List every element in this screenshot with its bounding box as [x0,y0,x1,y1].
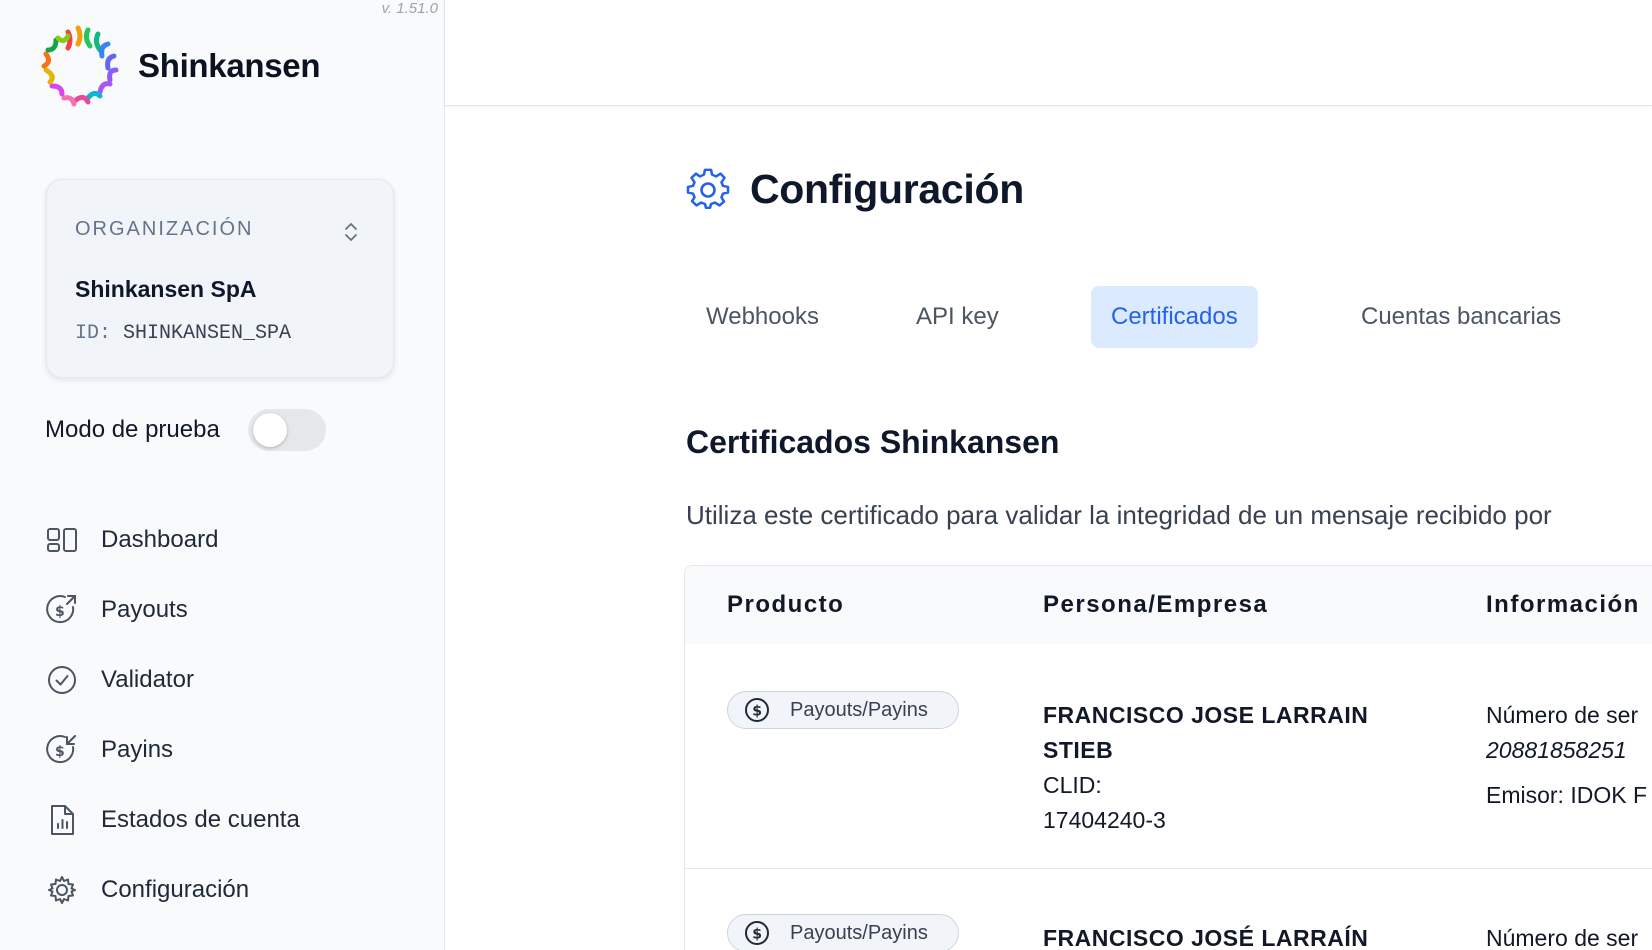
gear-icon [686,168,730,209]
shinkansen-logo-icon [41,25,119,107]
sidebar-item-label: Configuración [101,876,250,903]
product-badge: $ Payouts/Payins [727,914,959,950]
sidebar-item-label: Payouts [101,596,188,623]
table-header: Producto Persona/Empresa Información [685,566,1652,644]
organization-id-value: SHINKANSEN_SPA [123,322,292,345]
tab-cuentas-bancarias[interactable]: Cuentas bancarias [1341,286,1581,348]
sidebar-item-label: Payins [101,736,174,763]
info-cell: Número de ser [1486,921,1638,950]
sidebar-item-payouts[interactable]: $ Payouts [45,575,300,645]
sidebar-item-payins[interactable]: $ Payins [45,715,300,785]
app-version: v. 1.51.0 [381,0,438,17]
organization-selector[interactable]: ORGANIZACIÓN Shinkansen SpA ID: SHINKANS… [46,179,394,378]
sidebar: v. 1.51.0 Shinkansen ORGANIZACIÓN Shinka… [0,0,445,950]
certificates-table: Producto Persona/Empresa Información $ P… [684,565,1652,950]
table-row: $ Payouts/Payins FRANCISCO JOSE LARRAIN … [685,644,1652,868]
svg-text:$: $ [55,744,65,760]
person-cell: FRANCISCO JOSÉ LARRAÍN [1043,921,1368,950]
serial-number-label: Número de ser [1486,702,1639,728]
serial-number-label: Número de ser [1486,925,1639,950]
brand[interactable]: Shinkansen [38,24,321,108]
tab-webhooks[interactable]: Webhooks [686,286,839,348]
tab-certificados[interactable]: Certificados [1091,286,1258,348]
column-header-informacion: Información [1486,591,1640,618]
person-name-line1: FRANCISCO JOSÉ LARRAÍN [1043,925,1369,950]
dollar-circle-icon: $ [745,698,769,722]
sidebar-item-configuracion[interactable]: Configuración [45,855,300,925]
issuer: Emisor: IDOK F [1486,782,1648,808]
payin-icon: $ [45,733,79,767]
svg-text:$: $ [752,927,762,943]
chevron-up-down-icon [345,223,357,241]
sidebar-item-validator[interactable]: Validator [45,645,300,715]
test-mode-label: Modo de prueba [45,416,220,443]
gear-icon [45,873,79,907]
clid-label: CLID: [1043,772,1102,798]
sidebar-item-label: Validator [101,666,194,693]
sidebar-item-dashboard[interactable]: Dashboard [45,505,300,575]
person-name-line2: STIEB [1043,737,1114,763]
sidebar-item-estados-de-cuenta[interactable]: Estados de cuenta [45,785,300,855]
sidebar-nav: Dashboard $ Payouts Validator $ Payins E… [45,505,300,925]
svg-text:$: $ [55,604,65,620]
product-label: Payouts/Payins [790,698,928,721]
payout-icon: $ [45,593,79,627]
check-circle-icon [45,663,79,697]
product-badge: $ Payouts/Payins [727,691,959,729]
organization-name: Shinkansen SpA [75,276,257,302]
toggle-knob [252,413,287,447]
dashboard-icon [45,523,79,557]
column-header-persona-empresa: Persona/Empresa [1043,591,1269,618]
brand-name: Shinkansen [138,47,321,84]
sidebar-item-label: Dashboard [101,526,219,553]
section-title: Certificados Shinkansen [686,424,1060,460]
tab-api-key[interactable]: API key [896,286,1019,348]
page-header: Configuración [686,166,1024,213]
sidebar-item-label: Estados de cuenta [101,806,300,833]
organization-id: ID: SHINKANSEN_SPA [75,322,291,345]
person-cell: FRANCISCO JOSE LARRAIN STIEB CLID: 17404… [1043,698,1368,838]
page-title: Configuración [750,166,1024,212]
organization-label: ORGANIZACIÓN [75,218,254,240]
column-header-producto: Producto [727,591,845,618]
section-description: Utiliza este certificado para validar la… [686,500,1552,530]
organization-id-prefix: ID: [75,322,112,345]
top-bar [445,0,1652,106]
dollar-circle-icon: $ [745,921,769,945]
table-row: $ Payouts/Payins FRANCISCO JOSÉ LARRAÍN … [685,868,1652,950]
document-chart-icon [45,803,79,837]
test-mode: Modo de prueba [45,409,326,451]
clid-value: 17404240-3 [1043,807,1166,833]
person-name-line1: FRANCISCO JOSE LARRAIN [1043,702,1369,728]
product-label: Payouts/Payins [790,921,928,944]
info-cell: Número de ser 20881858251 Emisor: IDOK F [1486,698,1647,813]
test-mode-toggle[interactable] [247,409,326,451]
serial-number-value: 20881858251 [1486,737,1627,763]
svg-text:$: $ [752,704,762,720]
